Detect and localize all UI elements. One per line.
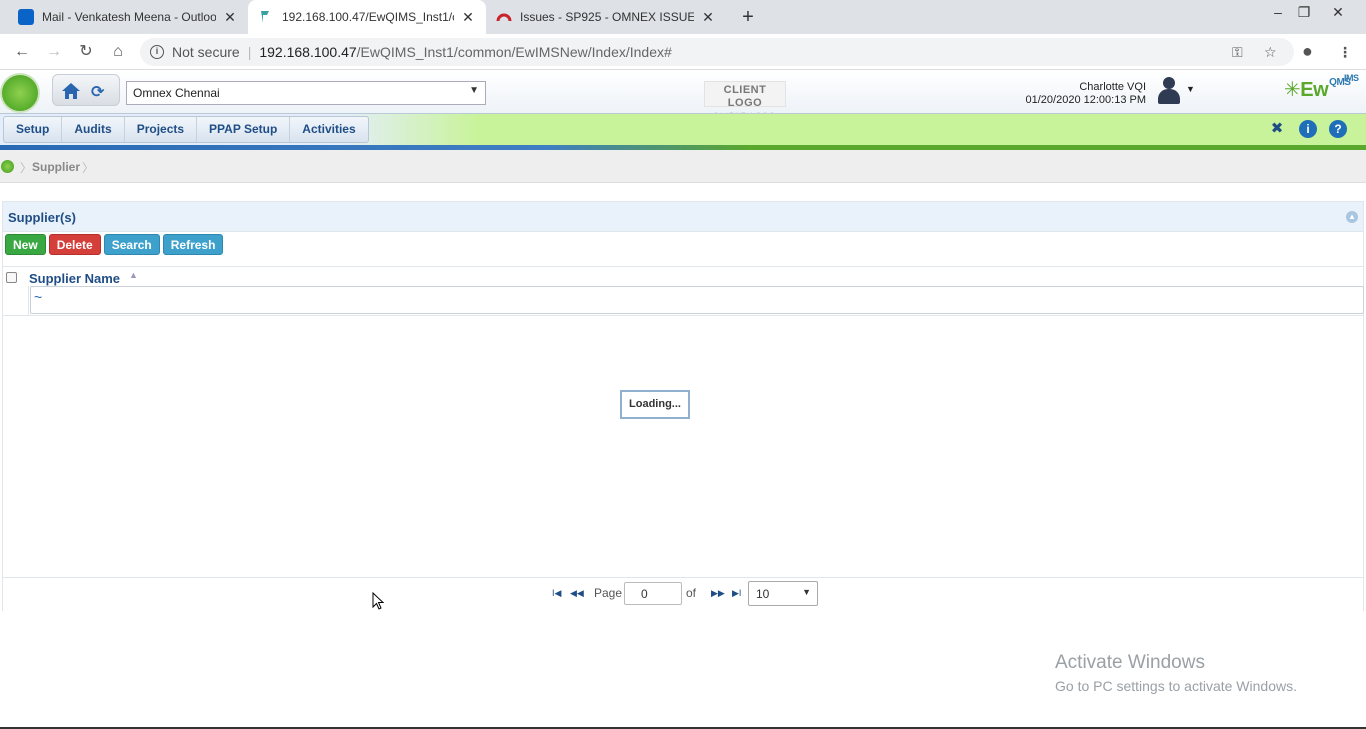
url-host: 192.168.100.47 <box>259 44 357 60</box>
app-logo-icon[interactable] <box>0 73 40 113</box>
pager: I◀ ◀◀ Page 0 of ▶▶ ▶I 10 ▼ <box>3 577 1363 611</box>
star-icon[interactable]: ☆ <box>1264 44 1277 61</box>
profile-icon[interactable]: ● <box>1302 41 1313 62</box>
breadcrumb: 〉 Supplier 〉 <box>0 150 1366 183</box>
address-bar[interactable]: i Not secure | 192.168.100.47 /EwQIMS_In… <box>140 38 1294 66</box>
brand-sub: IMS <box>1344 73 1359 83</box>
chevron-down-icon: ▼ <box>802 587 811 597</box>
ewqims-favicon-icon <box>261 11 269 23</box>
loading-indicator: Loading... <box>620 390 690 419</box>
security-label: Not secure <box>172 44 240 60</box>
supplier-panel: Supplier(s) ▲ New Delete Search Refresh … <box>2 201 1364 611</box>
browser-tab-outlook[interactable]: Mail - Venkatesh Meena - Outloo ✕ <box>8 0 248 34</box>
new-tab-button[interactable]: + <box>738 6 758 29</box>
current-datetime: 01/20/2020 12:00:13 PM <box>1025 94 1146 106</box>
delete-button[interactable]: Delete <box>48 234 101 255</box>
filter-cell <box>3 286 29 316</box>
panel-title: Supplier(s) <box>8 210 76 225</box>
menu-dots-icon[interactable]: ⋮ <box>1338 44 1352 61</box>
reload-icon[interactable]: ↻ <box>76 42 96 62</box>
page-size-value: 10 <box>756 587 770 601</box>
user-name: Charlotte VQI <box>1079 81 1146 93</box>
minimize-icon[interactable]: – <box>1266 4 1290 20</box>
close-icon[interactable]: ✕ <box>700 9 716 26</box>
info-icon[interactable]: i <box>1299 120 1317 138</box>
client-logo-text: CLIENT LOGO <box>723 84 767 109</box>
close-window-icon[interactable]: ✕ <box>1326 4 1350 21</box>
watermark-subtitle: Go to PC settings to activate Windows. <box>1055 678 1297 694</box>
filter-row: ~ <box>3 286 1364 316</box>
app-header: ⟳ Omnex Chennai ▼ CLIENT LOGO CLIENT LOG… <box>0 71 1366 119</box>
menu-audits[interactable]: Audits <box>62 117 125 142</box>
select-all-checkbox[interactable] <box>6 272 17 283</box>
browser-tab-ewqims[interactable]: 192.168.100.47/EwQIMS_Inst1/cc ✕ <box>248 0 486 34</box>
refresh-icon[interactable]: ⟳ <box>91 82 104 102</box>
menu-projects[interactable]: Projects <box>125 117 198 142</box>
browser-toolbar: ← → ↻ ⌂ i Not secure | 192.168.100.47 /E… <box>0 34 1366 70</box>
last-page-icon[interactable]: ▶I <box>732 588 741 599</box>
client-logo: CLIENT LOGO CLIENT LOGO <box>704 81 786 119</box>
breadcrumb-separator: 〉 <box>82 161 95 175</box>
key-icon[interactable]: ⚿ <box>1232 44 1243 61</box>
main-menu-bar: Setup Audits Projects PPAP Setup Activit… <box>0 113 1366 145</box>
outlook-icon <box>18 9 34 25</box>
url-path: /EwQIMS_Inst1/common/EwIMSNew/Index/Inde… <box>356 44 672 60</box>
of-label: of <box>686 586 697 600</box>
page-size-select[interactable]: 10 ▼ <box>748 581 818 606</box>
grid-header: Supplier Name ▲ <box>3 266 1363 288</box>
column-supplier-name[interactable]: Supplier Name <box>29 271 120 286</box>
page-label: Page <box>594 586 623 600</box>
user-info: Charlotte VQI 01/20/2020 12:00:13 PM <box>1026 81 1146 107</box>
previous-page-icon[interactable]: ◀◀ <box>570 588 584 599</box>
breadcrumb-home-icon[interactable] <box>1 160 14 173</box>
action-toolbar: New Delete Search Refresh <box>5 234 224 255</box>
chevron-down-icon[interactable]: ▼ <box>1186 84 1195 94</box>
breadcrumb-separator: 〉 <box>20 161 33 175</box>
brand-text: Ew <box>1300 79 1329 101</box>
browser-tab-strip: Mail - Venkatesh Meena - Outloo ✕ 192.16… <box>0 0 1366 34</box>
quick-actions: ⟳ <box>52 74 120 106</box>
refresh-button[interactable]: Refresh <box>162 234 224 255</box>
page-number-input[interactable]: 0 <box>624 582 682 605</box>
browser-tab-issues[interactable]: Issues - SP925 - OMNEX ISSUE TI ✕ <box>486 0 726 34</box>
brand-logo: ✳EwQMS IMS <box>1284 73 1359 101</box>
forward-icon[interactable]: → <box>44 42 64 62</box>
pin-icon[interactable]: ✖ <box>1268 120 1286 138</box>
divider: | <box>247 44 252 60</box>
menu-setup[interactable]: Setup <box>4 117 63 142</box>
help-icon[interactable]: ? <box>1329 120 1347 138</box>
breadcrumb-current: Supplier <box>32 160 81 174</box>
sort-icon[interactable]: ▲ <box>129 270 138 280</box>
panel-header: Supplier(s) ▲ <box>3 202 1363 232</box>
collapse-icon[interactable]: ▲ <box>1346 211 1358 223</box>
mouse-cursor-icon <box>372 592 384 610</box>
tab-title: Mail - Venkatesh Meena - Outloo <box>42 10 216 24</box>
menu-activities[interactable]: Activities <box>290 117 367 142</box>
info-icon[interactable]: i <box>150 45 164 59</box>
main-menu: Setup Audits Projects PPAP Setup Activit… <box>3 116 369 143</box>
search-button[interactable]: Search <box>103 234 160 255</box>
next-page-icon[interactable]: ▶▶ <box>711 588 725 599</box>
restore-icon[interactable]: ❐ <box>1292 4 1316 21</box>
chevron-down-icon: ▼ <box>469 85 479 96</box>
tab-title: 192.168.100.47/EwQIMS_Inst1/cc <box>282 10 454 24</box>
first-page-icon[interactable]: I◀ <box>552 588 561 599</box>
menu-ppap-setup[interactable]: PPAP Setup <box>197 117 291 142</box>
plant-select-value: Omnex Chennai <box>133 86 220 100</box>
avatar-icon[interactable] <box>1156 75 1182 105</box>
plant-select[interactable]: Omnex Chennai ▼ <box>126 81 486 105</box>
close-icon[interactable]: ✕ <box>460 9 476 26</box>
issues-favicon-icon <box>496 13 512 22</box>
home-icon[interactable]: ⌂ <box>108 42 128 62</box>
tab-title: Issues - SP925 - OMNEX ISSUE TI <box>520 10 694 24</box>
supplier-name-filter-input[interactable]: ~ <box>30 286 1364 314</box>
home-icon[interactable] <box>61 81 81 101</box>
activate-windows-watermark: Activate Windows Go to PC settings to ac… <box>1055 652 1297 694</box>
close-icon[interactable]: ✕ <box>222 9 238 26</box>
back-icon[interactable]: ← <box>12 42 32 62</box>
watermark-title: Activate Windows <box>1055 652 1205 673</box>
new-button[interactable]: New <box>5 234 46 255</box>
